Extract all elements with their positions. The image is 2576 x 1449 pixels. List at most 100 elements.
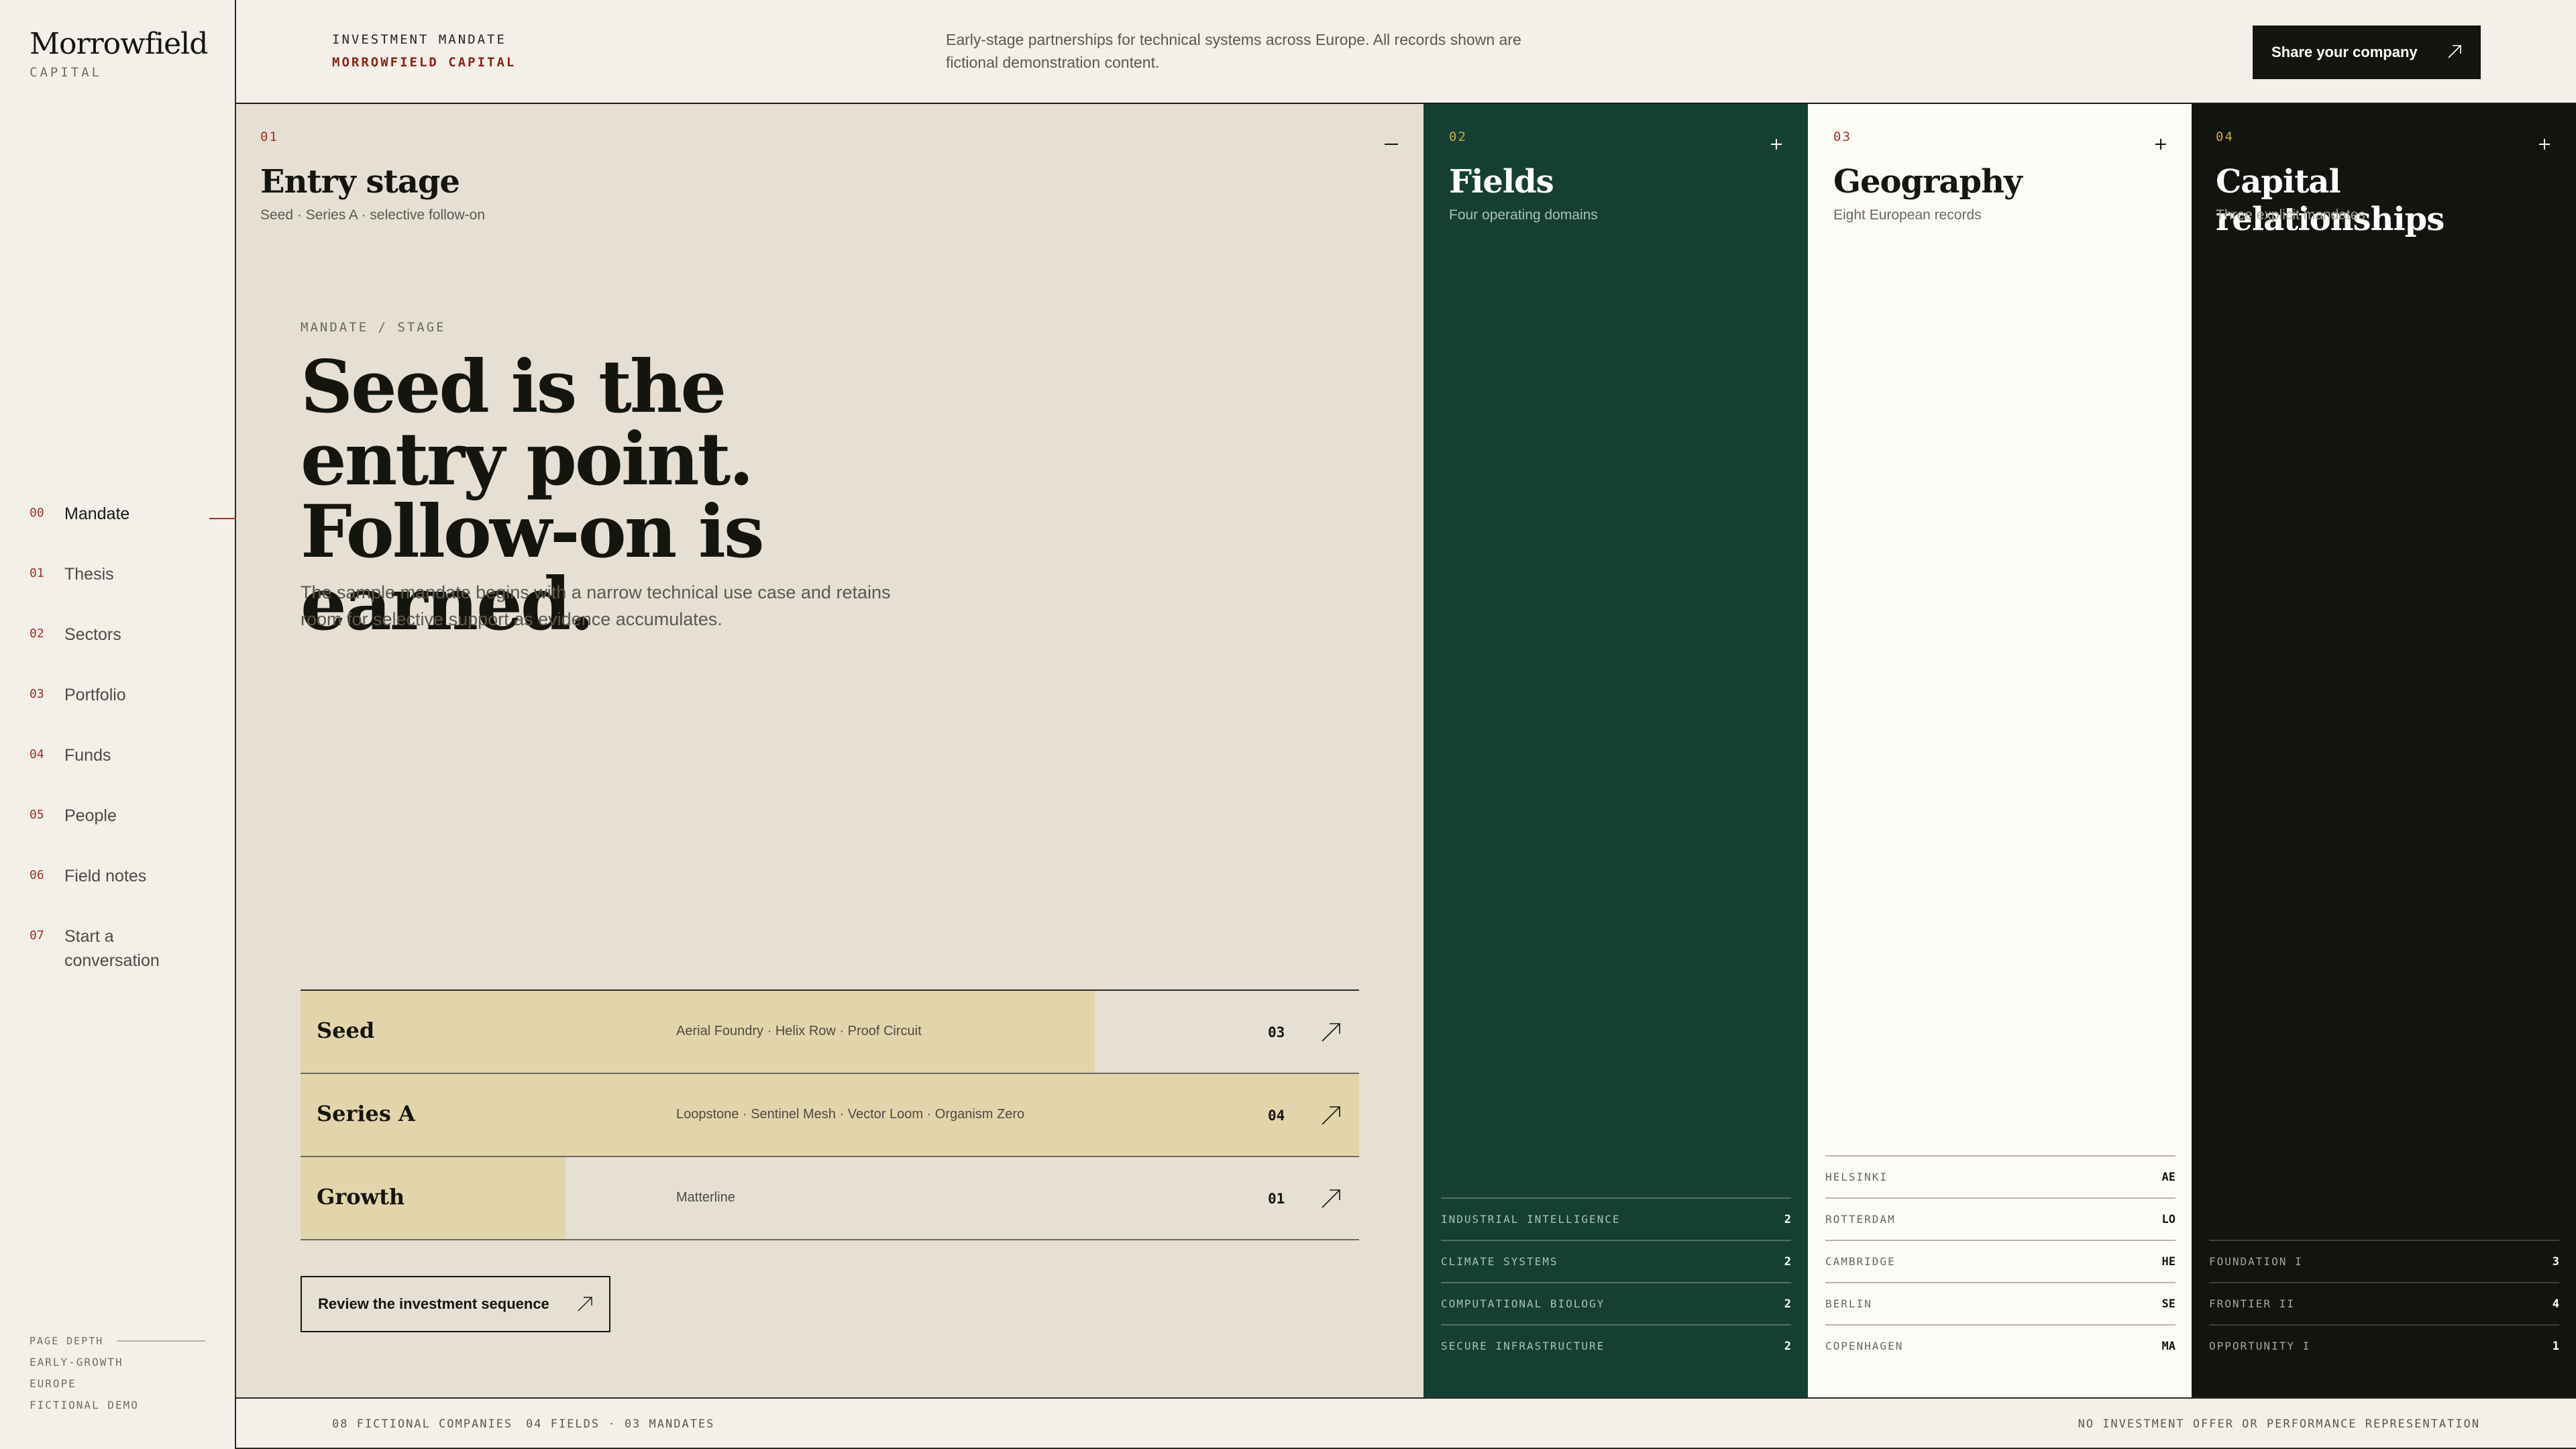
field-count: 2: [1784, 1254, 1791, 1269]
panel-number: 01: [260, 129, 278, 144]
footer-fields: 04 FIELDS · 03 MANDATES: [526, 1417, 715, 1431]
expand-icon[interactable]: [2150, 133, 2171, 155]
nav-number: 01: [30, 566, 44, 580]
panel-subtitle: Four operating domains: [1449, 207, 1598, 223]
list-item: OPPORTUNITY I 1: [2209, 1324, 2559, 1366]
field-label: INDUSTRIAL INTELLIGENCE: [1441, 1213, 1621, 1226]
nav-item-people[interactable]: 05 People: [30, 804, 236, 864]
mandate-count: 1: [2552, 1339, 2559, 1353]
nav-label: Mandate: [64, 504, 130, 523]
panel-title: Capital relationships: [2216, 163, 2445, 238]
stage-row-seed[interactable]: Seed Aerial Foundry · Helix Row · Proof …: [301, 991, 1359, 1074]
collapse-icon[interactable]: [1381, 133, 1402, 155]
page-depth-item: EARLY-GROWTH: [30, 1356, 123, 1368]
panel-entry-stage: 01 Entry stage Seed · Series A · selecti…: [236, 104, 1424, 1397]
top-header: INVESTMENT MANDATE MORROWFIELD CAPITAL E…: [236, 0, 2576, 104]
list-item: HELSINKI AE: [1825, 1155, 2176, 1197]
panel-title: Entry stage: [260, 163, 460, 201]
mandate-label: FRONTIER II: [2209, 1297, 2295, 1310]
panel-subtitle: Three explicit mandates: [2216, 207, 2365, 223]
main-nav: 00 Mandate 01 Thesis 02 Sectors 03 Portf…: [30, 502, 236, 985]
nav-label: Field notes: [64, 867, 147, 885]
nav-item-start-conversation[interactable]: 07 Start a conversation: [30, 924, 236, 985]
nav-item-thesis[interactable]: 01 Thesis: [30, 562, 236, 623]
stage-row-growth[interactable]: Growth Matterline 01: [301, 1157, 1359, 1240]
stage-list: Seed Aerial Foundry · Helix Row · Proof …: [301, 989, 1359, 1240]
share-company-label: Share your company: [2271, 44, 2418, 60]
list-item: FRONTIER II 4: [2209, 1282, 2559, 1324]
list-item: ROTTERDAM LO: [1825, 1197, 2176, 1240]
arrow-up-right-icon: [578, 1297, 592, 1311]
list-item: CAMBRIDGE HE: [1825, 1240, 2176, 1282]
nav-label: Thesis: [64, 565, 114, 584]
mandate-label: FOUNDATION I: [2209, 1255, 2303, 1268]
stage-count: 04: [1268, 1108, 1285, 1124]
panel-title: Fields: [1449, 163, 1554, 201]
page-depth-item: EUROPE: [30, 1377, 76, 1390]
list-item: COMPUTATIONAL BIOLOGY 2: [1441, 1282, 1791, 1324]
stage-row-series-a[interactable]: Series A Loopstone · Sentinel Mesh · Vec…: [301, 1074, 1359, 1157]
panel-title: Geography: [1833, 163, 2023, 201]
field-label: CLIMATE SYSTEMS: [1441, 1255, 1558, 1268]
panel-number: 04: [2216, 129, 2234, 144]
capital-list: FOUNDATION I 3 FRONTIER II 4 OPPORTUNITY…: [2209, 1240, 2559, 1366]
page-depth-header: PAGE DEPTH: [30, 1335, 205, 1347]
field-label: SECURE INFRASTRUCTURE: [1441, 1340, 1605, 1352]
header-firm: MORROWFIELD CAPITAL: [332, 55, 517, 70]
panel-subtitle: Seed · Series A · selective follow-on: [260, 207, 485, 223]
city-code: MA: [2161, 1339, 2176, 1353]
nav-item-portfolio[interactable]: 03 Portfolio: [30, 683, 236, 743]
nav-label: People: [64, 806, 117, 825]
nav-number: 03: [30, 687, 44, 701]
header-description: Early-stage partnerships for technical s…: [946, 31, 1521, 71]
panel-fields[interactable]: 02 Fields Four operating domains INDUSTR…: [1424, 104, 1808, 1397]
stage-count: 01: [1268, 1191, 1285, 1207]
brand-logo[interactable]: Morrowfield CAPITAL: [30, 27, 208, 80]
city-label: HELSINKI: [1825, 1171, 1888, 1183]
nav-number: 07: [30, 928, 44, 943]
city-label: CAMBRIDGE: [1825, 1255, 1896, 1268]
stage-name: Seed: [317, 1018, 375, 1043]
list-item: COPENHAGEN MA: [1825, 1324, 2176, 1366]
city-label: BERLIN: [1825, 1297, 1872, 1310]
list-item: BERLIN SE: [1825, 1282, 2176, 1324]
geography-list: HELSINKI AE ROTTERDAM LO CAMBRIDGE HE BE…: [1825, 1155, 2176, 1366]
mandate-label: OPPORTUNITY I: [2209, 1340, 2311, 1352]
stage-companies: Loopstone · Sentinel Mesh · Vector Loom …: [676, 1107, 1025, 1122]
panel-geography[interactable]: 03 Geography Eight European records HELS…: [1808, 104, 2192, 1397]
nav-item-mandate[interactable]: 00 Mandate: [30, 502, 236, 562]
list-item: INDUSTRIAL INTELLIGENCE 2: [1441, 1197, 1791, 1240]
expand-icon[interactable]: [1766, 133, 1787, 155]
nav-label: Funds: [64, 746, 111, 765]
panel-number: 02: [1449, 129, 1467, 144]
city-label: COPENHAGEN: [1825, 1340, 1904, 1352]
share-company-button[interactable]: Share your company: [2253, 25, 2481, 79]
footer-companies: 08 FICTIONAL COMPANIES: [332, 1417, 513, 1431]
city-label: ROTTERDAM: [1825, 1213, 1896, 1226]
nav-item-field-notes[interactable]: 06 Field notes: [30, 864, 236, 924]
stage-count: 03: [1268, 1024, 1285, 1040]
city-code: HE: [2161, 1254, 2176, 1269]
review-sequence-button[interactable]: Review the investment sequence: [301, 1276, 610, 1332]
divider: [117, 1340, 205, 1342]
header-kicker: INVESTMENT MANDATE: [332, 32, 506, 47]
nav-item-funds[interactable]: 04 Funds: [30, 743, 236, 804]
list-item: SECURE INFRASTRUCTURE 2: [1441, 1324, 1791, 1366]
footer-disclaimer: NO INVESTMENT OFFER OR PERFORMANCE REPRE…: [2078, 1417, 2480, 1431]
city-code: SE: [2161, 1297, 2176, 1311]
list-item: FOUNDATION I 3: [2209, 1240, 2559, 1282]
panel-capital-relationships[interactable]: 04 Capital relationships Three explicit …: [2192, 104, 2576, 1397]
stage-companies: Matterline: [676, 1190, 735, 1205]
page-depth-label: PAGE DEPTH: [30, 1335, 104, 1347]
section-kicker: MANDATE / STAGE: [301, 320, 446, 335]
mandate-count: 3: [2552, 1254, 2559, 1269]
nav-number: 02: [30, 627, 44, 641]
arrow-up-right-icon: [1322, 1023, 1340, 1042]
expand-icon[interactable]: [2534, 133, 2555, 155]
nav-item-sectors[interactable]: 02 Sectors: [30, 623, 236, 683]
panel-subtitle: Eight European records: [1833, 207, 1982, 223]
field-count: 2: [1784, 1297, 1791, 1311]
field-label: COMPUTATIONAL BIOLOGY: [1441, 1297, 1605, 1310]
mandate-count: 4: [2552, 1297, 2559, 1311]
field-count: 2: [1784, 1212, 1791, 1226]
